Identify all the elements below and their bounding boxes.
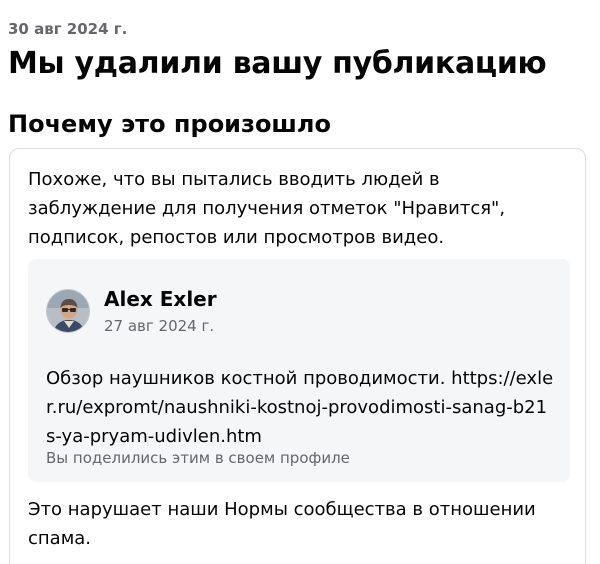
post-author[interactable]: Alex Exler [104, 287, 217, 311]
post-text: Обзор наушников костной проводимости. ht… [46, 368, 554, 447]
share-note: Вы поделились этим в своем профиле [46, 449, 350, 467]
notice-date: 30 авг 2024 г. [8, 20, 128, 38]
page-title: Мы удалили вашу публикацию [8, 46, 547, 81]
post-date[interactable]: 27 авг 2024 г. [104, 317, 214, 335]
section-heading: Почему это произошло [8, 110, 331, 138]
removed-post-preview: Alex Exler 27 авг 2024 г. Обзор наушнико… [28, 259, 570, 482]
user-avatar-icon[interactable] [46, 289, 90, 333]
reason-card: Похоже, что вы пытались вводить людей в … [9, 148, 586, 564]
reason-text: Похоже, что вы пытались вводить людей в … [28, 169, 506, 248]
violation-text: Это нарушает наши Нормы сообщества в отн… [28, 499, 536, 549]
